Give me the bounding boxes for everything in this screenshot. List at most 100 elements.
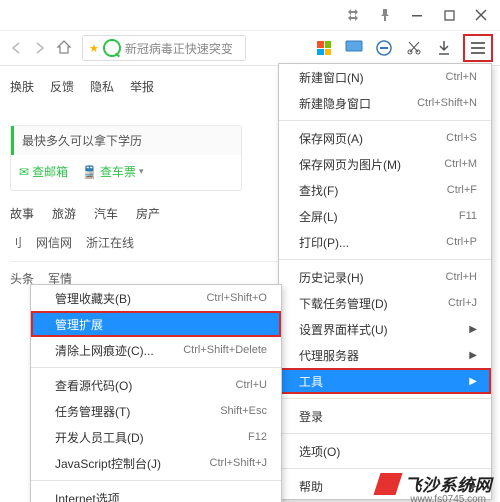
menu-item-label: 保存网页为图片(M) (299, 156, 434, 173)
pin-icon[interactable] (372, 4, 398, 26)
card-mail-link[interactable]: ✉查邮箱 (19, 163, 68, 180)
menu-item-label: 选项(O) (299, 443, 477, 460)
titlebar (0, 0, 500, 31)
menu-item-shortcut: Ctrl+Shift+O (206, 292, 267, 304)
link-report[interactable]: 举报 (130, 78, 154, 95)
tools-submenu-item-4[interactable]: 查看源代码(O) Ctrl+U (31, 372, 281, 398)
menu-item-label: 管理扩展 (55, 316, 267, 333)
tab-estate[interactable]: 房产 (136, 205, 160, 222)
menu-item-shortcut: Ctrl+F (447, 184, 477, 196)
minus-circle-icon[interactable] (374, 38, 394, 58)
tab-travel[interactable]: 旅游 (52, 205, 76, 222)
menu-item-label: 任务管理器(T) (55, 403, 210, 420)
src-0[interactable]: 刂 (10, 234, 22, 251)
main-menu: 新建窗口(N) Ctrl+N 新建隐身窗口 Ctrl+Shift+N 保存网页(A) Ct… (278, 63, 492, 500)
menu-separator (279, 433, 491, 434)
menu-item-label: 全屏(L) (299, 208, 449, 225)
main-menu-item-11[interactable]: 设置界面样式(U)▶ (279, 316, 491, 342)
src-1[interactable]: 网信网 (36, 234, 72, 251)
maximize-icon[interactable] (436, 4, 462, 26)
menu-item-shortcut: F12 (248, 431, 267, 443)
watermark-text: 飞沙系统网 (405, 471, 493, 496)
menu-item-label: JavaScript控制台(J) (55, 455, 200, 472)
card-ticket-link[interactable]: 🚆查车票▾ (82, 163, 144, 180)
menu-item-label: 下载任务管理(D) (299, 295, 438, 312)
menu-item-label: 清除上网痕迹(C)... (55, 342, 173, 359)
menu-separator (279, 398, 491, 399)
src-2[interactable]: 浙江在线 (86, 234, 134, 251)
menu-item-label: 打印(P)... (299, 234, 436, 251)
watermark-flag-icon (373, 473, 402, 495)
tools-submenu-item-0[interactable]: 管理收藏夹(B)Ctrl+Shift+O (31, 285, 281, 311)
menu-item-label: 查看源代码(O) (55, 377, 226, 394)
main-menu-item-12[interactable]: 代理服务器▶ (279, 342, 491, 368)
window: ★ 新冠病毒正快速突变 换肤 反馈 隐私 举报 最快多久可以拿下学历 ✉查邮箱 … (0, 0, 500, 502)
main-menu-item-5[interactable]: 查找(F)Ctrl+F (279, 177, 491, 203)
monitor-icon[interactable] (344, 38, 364, 58)
close-icon[interactable] (468, 4, 494, 26)
main-menu-item-9[interactable]: 历史记录(H)Ctrl+H (279, 264, 491, 290)
tools-submenu-item-2[interactable]: 清除上网痕迹(C)... Ctrl+Shift+Delete (31, 337, 281, 363)
watermark-url: www.fs0745.com (410, 494, 486, 502)
tab-auto[interactable]: 汽车 (94, 205, 118, 222)
menu-item-label: 保存网页(A) (299, 130, 436, 147)
menu-item-label: 开发人员工具(D) (55, 429, 238, 446)
menu-item-label: Internet选项 (55, 490, 267, 502)
link-feedback[interactable]: 反馈 (50, 78, 74, 95)
main-menu-item-6[interactable]: 全屏(L) F11 (279, 203, 491, 229)
menu-item-shortcut: F11 (459, 210, 477, 222)
menu-item-shortcut: Ctrl+S (446, 132, 477, 144)
tools-submenu-item-6[interactable]: 开发人员工具(D) F12 (31, 424, 281, 450)
grid-icon[interactable] (314, 38, 334, 58)
link-privacy[interactable]: 隐私 (90, 78, 114, 95)
tools-submenu-item-5[interactable]: 任务管理器(T) Shift+Esc (31, 398, 281, 424)
menu-item-shortcut: Ctrl+U (236, 379, 267, 391)
back-icon[interactable] (8, 40, 24, 56)
forward-icon[interactable] (32, 40, 48, 56)
star-icon: ★ (89, 42, 99, 55)
menu-item-shortcut: Ctrl+N (446, 71, 477, 83)
menu-item-shortcut: Ctrl+Shift+N (417, 97, 477, 109)
home-icon[interactable] (56, 39, 74, 57)
main-menu-item-13[interactable]: 工具▶ (279, 368, 491, 394)
tools-submenu-item-7[interactable]: JavaScript控制台(J)Ctrl+Shift+J (31, 450, 281, 476)
tools-submenu-item-9[interactable]: Internet选项 (31, 485, 281, 502)
main-menu-item-15[interactable]: 登录 (279, 403, 491, 429)
menu-item-label: 设置界面样式(U) (299, 321, 463, 338)
link-skin[interactable]: 换肤 (10, 78, 34, 95)
minimize-icon[interactable] (404, 4, 430, 26)
address-text: 新冠病毒正快速突变 (125, 40, 233, 57)
info-card: 最快多久可以拿下学历 ✉查邮箱 🚆查车票▾ (10, 125, 242, 191)
tools-submenu-item-1[interactable]: 管理扩展 (31, 311, 281, 337)
menu-item-shortcut: Shift+Esc (220, 405, 267, 417)
arrows-icon[interactable] (340, 4, 366, 26)
address-bar[interactable]: ★ 新冠病毒正快速突变 (82, 35, 246, 61)
tools-submenu: 管理收藏夹(B)Ctrl+Shift+O 管理扩展清除上网痕迹(C)... Ctrl… (30, 284, 282, 502)
chevron-down-icon: ▾ (139, 166, 144, 177)
menu-separator (31, 480, 281, 481)
main-menu-item-1[interactable]: 新建隐身窗口 Ctrl+Shift+N (279, 90, 491, 116)
chevron-right-icon: ▶ (469, 376, 477, 387)
scissors-icon[interactable] (404, 38, 424, 58)
main-menu-item-4[interactable]: 保存网页为图片(M)Ctrl+M (279, 151, 491, 177)
menu-item-shortcut: Ctrl+P (446, 236, 477, 248)
toolbar-icons (314, 35, 492, 61)
train-icon: 🚆 (82, 165, 97, 179)
tab-story[interactable]: 故事 (10, 205, 34, 222)
menu-item-shortcut: Ctrl+J (448, 297, 477, 309)
main-menu-item-0[interactable]: 新建窗口(N) Ctrl+N (279, 64, 491, 90)
menu-item-label: 新建隐身窗口 (299, 95, 407, 112)
toolbar: ★ 新冠病毒正快速突变 (0, 31, 500, 66)
menu-item-shortcut: Ctrl+Shift+Delete (183, 344, 267, 356)
main-menu-button[interactable] (464, 35, 492, 61)
main-menu-item-10[interactable]: 下载任务管理(D) Ctrl+J (279, 290, 491, 316)
main-menu-item-7[interactable]: 打印(P)... Ctrl+P (279, 229, 491, 255)
menu-item-label: 历史记录(H) (299, 269, 436, 286)
menu-item-label: 新建窗口(N) (299, 69, 436, 86)
main-menu-item-3[interactable]: 保存网页(A) Ctrl+S (279, 125, 491, 151)
mail-icon: ✉ (19, 165, 29, 179)
menu-separator (279, 259, 491, 260)
download-icon[interactable] (434, 38, 454, 58)
main-menu-item-17[interactable]: 选项(O) (279, 438, 491, 464)
card-title: 最快多久可以拿下学历 (11, 126, 241, 155)
